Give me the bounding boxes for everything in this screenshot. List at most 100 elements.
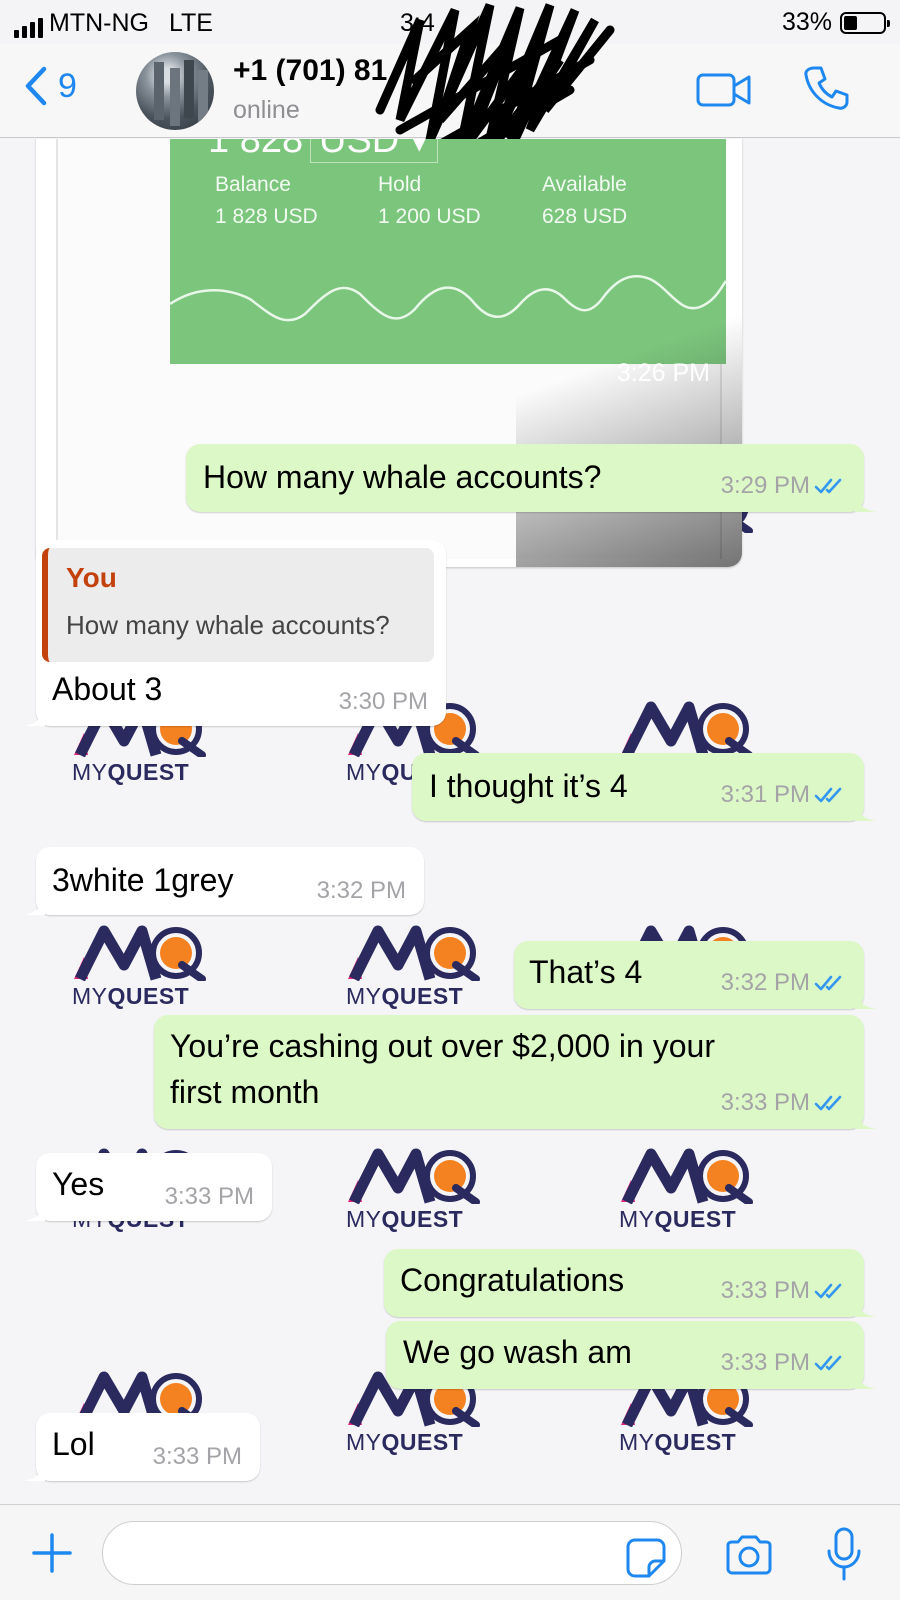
double-check-icon: [814, 1283, 842, 1299]
video-call-button[interactable]: [696, 72, 752, 113]
watermark-text: MYQUEST: [72, 983, 190, 1009]
microphone-icon: [827, 1527, 861, 1581]
watermark-logo: MYQUEST: [617, 1148, 757, 1238]
microphone-button[interactable]: [826, 1527, 862, 1586]
watermark-logo: MYQUEST: [70, 925, 210, 1015]
myquest-logo-icon: [348, 1148, 480, 1204]
bubble-tail: [23, 1461, 45, 1481]
quote-text: How many whale accounts?: [66, 610, 390, 640]
watermark-text: MYQUEST: [619, 1206, 737, 1232]
attach-button[interactable]: [30, 1531, 74, 1580]
back-button[interactable]: 9: [24, 66, 77, 106]
outgoing-message[interactable]: How many whale accounts? 3:29 PM: [186, 444, 877, 512]
video-camera-icon: [696, 73, 751, 107]
battery-icon: [840, 11, 890, 34]
message-text: Yes: [52, 1166, 105, 1202]
message-text: About 3: [52, 671, 163, 707]
signal-strength-icon: [14, 18, 43, 38]
message-time: 3:30 PM: [338, 688, 428, 715]
image-shade: [516, 259, 742, 567]
myquest-logo-icon: [621, 701, 753, 757]
camera-icon: [726, 1535, 772, 1575]
message-text: 3white 1grey: [52, 862, 234, 898]
hold-label: Hold: [378, 173, 422, 196]
battery-percent: 33%: [781, 8, 832, 36]
input-bar: [0, 1504, 900, 1600]
quote-author: You: [66, 562, 117, 593]
double-check-icon: [814, 478, 842, 494]
myquest-logo-icon: [621, 1148, 753, 1204]
phone-icon: [804, 66, 849, 110]
message-time: 3:33 PM: [721, 1277, 846, 1305]
network-type: LTE: [168, 9, 213, 37]
outgoing-message[interactable]: That’s 4 3:32 PM: [514, 941, 877, 1009]
message-text: I thought it’s 4: [429, 768, 628, 804]
watermark-text: MYQUEST: [346, 983, 464, 1009]
available-value: 628 USD: [542, 205, 628, 228]
message-text: How many whale accounts?: [203, 459, 602, 495]
watermark-text: MYQUEST: [346, 1206, 464, 1232]
chevron-left-icon: [25, 66, 47, 106]
incoming-message[interactable]: Yes 3:33 PM: [23, 1153, 272, 1221]
contact-status: online: [233, 96, 300, 124]
message-time: 3:32 PM: [721, 969, 846, 997]
outgoing-message[interactable]: I thought it’s 4 3:31 PM: [412, 753, 877, 821]
message-time: 3:29 PM: [721, 472, 846, 500]
hold-value: 1 200 USD: [378, 205, 481, 228]
voice-call-button[interactable]: [802, 64, 850, 117]
myquest-logo-icon: [74, 925, 206, 981]
watermark-text: MYQUEST: [346, 1429, 464, 1455]
quoted-reply[interactable]: You How many whale accounts?: [42, 548, 434, 662]
battery-level: [844, 15, 857, 30]
outgoing-message[interactable]: We go wash am 3:33 PM: [386, 1321, 877, 1389]
avatar[interactable]: [136, 52, 214, 130]
incoming-message[interactable]: Lol 3:33 PM: [23, 1413, 260, 1481]
message-time: 3:26 PM: [616, 359, 710, 387]
plus-icon: [32, 1533, 72, 1573]
watermark-text: MYQUEST: [619, 1429, 737, 1455]
bubble-tail: [855, 492, 877, 512]
bubble-tail: [855, 1297, 877, 1317]
bubble-tail: [855, 989, 877, 1009]
watermark-logo: MYQUEST: [344, 1148, 484, 1238]
sticker-icon: [626, 1538, 666, 1578]
status-right: 33%: [781, 8, 890, 37]
camera-button[interactable]: [724, 1535, 774, 1580]
outgoing-message[interactable]: Congratulations 3:33 PM: [384, 1249, 877, 1317]
bubble-tail: [23, 895, 45, 915]
message-time: 3:33 PM: [721, 1349, 846, 1377]
message-text: We go wash am: [403, 1334, 632, 1370]
double-check-icon: [814, 787, 842, 803]
status-left: MTN-NG LTE: [14, 9, 213, 38]
chat-header: 9 +1 (701) 81 online: [0, 3, 900, 165]
message-time: 3:32 PM: [316, 877, 406, 904]
message-text: That’s 4: [529, 954, 643, 990]
balance-amount: 1 828: [208, 139, 304, 161]
message-input[interactable]: [102, 1521, 682, 1585]
message-text-line-1: You’re cashing out over $2,000 in your: [170, 1028, 715, 1064]
bubble-tail: [855, 1109, 877, 1129]
message-time: 3:31 PM: [721, 781, 846, 809]
incoming-message[interactable]: You How many whale accounts? About 3 3:3…: [23, 540, 446, 726]
bubble-tail: [23, 1201, 45, 1221]
bubble-tail: [855, 801, 877, 821]
myquest-logo-icon: [348, 925, 480, 981]
double-check-icon: [814, 975, 842, 991]
sticker-button[interactable]: [625, 1537, 667, 1584]
message-text-line-2: first month: [170, 1074, 320, 1110]
bubble-tail: [855, 1369, 877, 1389]
chat-area[interactable]: MYQUEST MYQUEST MYQUEST MYQUEST MYQUEST MYQUE…: [0, 139, 900, 1504]
outgoing-message[interactable]: You’re cashing out over $2,000 in your f…: [154, 1015, 877, 1129]
double-check-icon: [814, 1095, 842, 1111]
currency-select: USD ▾: [310, 139, 438, 163]
balance-value: 1 828 USD: [215, 205, 318, 228]
watermark-logo: MYQUEST: [344, 925, 484, 1015]
back-unread-count: 9: [58, 66, 77, 105]
message-time: 3:33 PM: [721, 1089, 846, 1117]
available-label: Available: [542, 173, 627, 196]
double-check-icon: [814, 1355, 842, 1371]
message-time: 3:33 PM: [152, 1443, 242, 1470]
incoming-message[interactable]: 3white 1grey 3:32 PM: [23, 847, 424, 915]
bubble-tail: [23, 706, 45, 726]
message-time: 3:33 PM: [164, 1183, 254, 1210]
